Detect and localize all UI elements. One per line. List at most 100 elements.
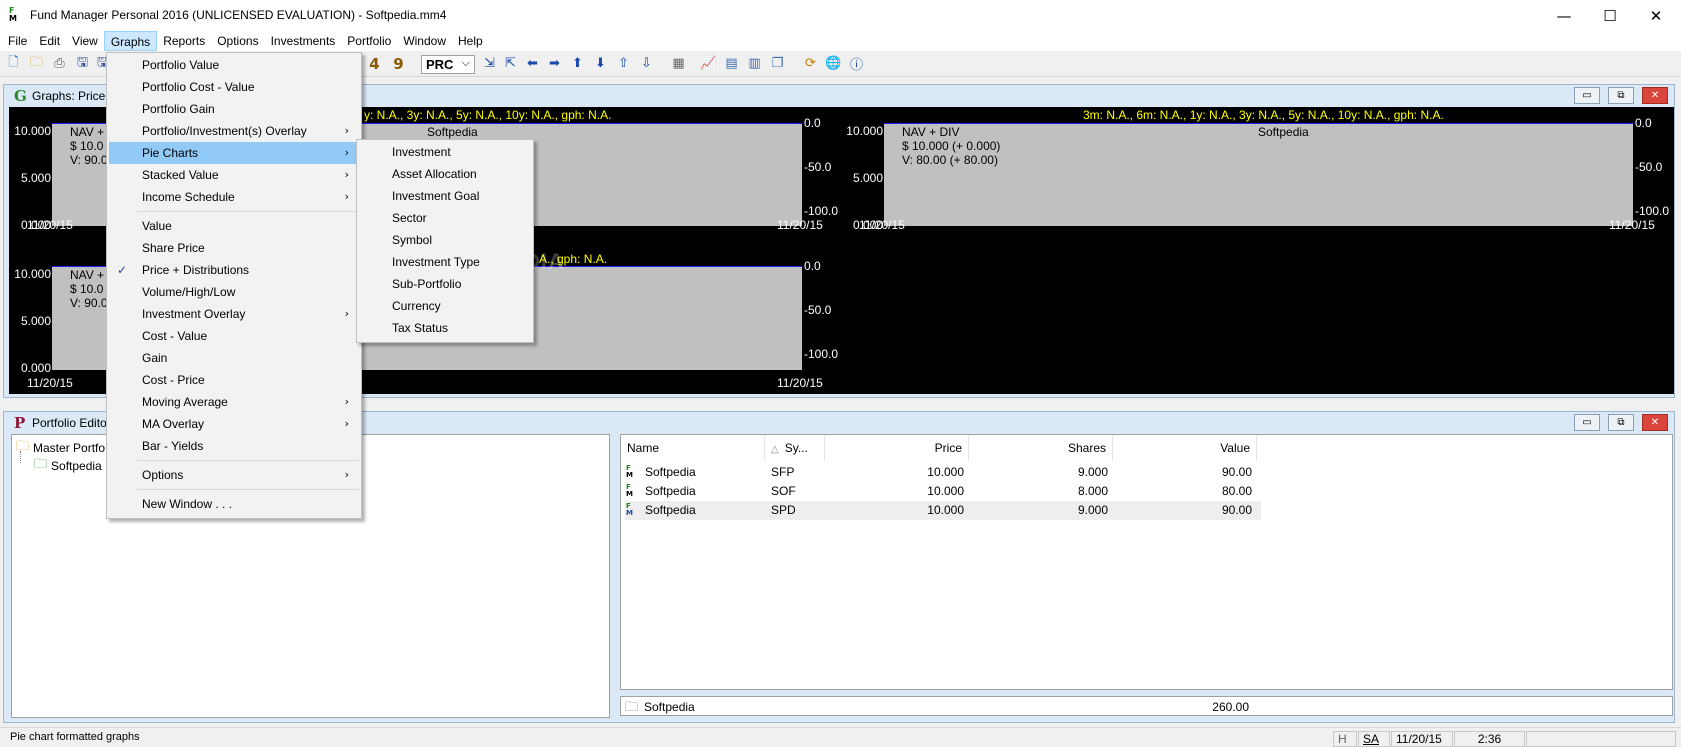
graphs-window-title: Graphs: Price -	[32, 89, 113, 103]
portfolio-minimize-button[interactable]: ▭	[1574, 414, 1600, 431]
table-row[interactable]: FM Softpedia SOF 10.000 8.000 80.00	[625, 482, 1681, 501]
menu-item-pie-charts[interactable]: Pie Charts ›	[109, 142, 359, 164]
windows-icon[interactable]: ❐	[769, 55, 786, 72]
menu-separator	[137, 460, 359, 461]
menu-investments[interactable]: Investments	[265, 31, 342, 51]
menu-item-cost-price[interactable]: Cost - Price	[109, 369, 359, 391]
total-value: 260.00	[1212, 700, 1249, 714]
menu-item-cost-value[interactable]: Cost - Value	[109, 325, 359, 347]
table-row[interactable]: FM Softpedia SFP 10.000 9.000 90.00	[625, 463, 1681, 482]
menu-item-income-schedule[interactable]: Income Schedule ›	[109, 186, 359, 208]
app-icon[interactable]: FM	[9, 7, 25, 24]
menu-item-label: Stacked Value	[142, 168, 219, 182]
digit-4-button[interactable]: 4	[366, 55, 383, 73]
menu-item-portfolio-overlay[interactable]: Portfolio/Investment(s) Overlay ›	[109, 120, 359, 142]
plot-label: $ 10.000 (+ 0.000)	[902, 139, 1001, 153]
menu-item-label: Share Price	[142, 241, 205, 255]
new-file-icon[interactable]: 🗋	[5, 55, 22, 72]
expand-dates-icon[interactable]: ⇲	[481, 55, 498, 72]
submenu-item-currency[interactable]: Currency	[359, 295, 531, 317]
menu-item-label: Pie Charts	[142, 146, 199, 160]
submenu-item-sector[interactable]: Sector	[359, 207, 531, 229]
menu-item-label: Price + Distributions	[142, 263, 250, 277]
portfolio-folder-icon: 🗀	[625, 699, 639, 714]
menu-item-bar-yields[interactable]: Bar - Yields	[109, 435, 359, 457]
column-header-shares[interactable]: Shares	[969, 435, 1113, 461]
submenu-item-sub-portfolio[interactable]: Sub-Portfolio	[359, 273, 531, 295]
print-icon[interactable]: ⎙	[51, 55, 68, 72]
portfolio-restore-button[interactable]: ⧉	[1608, 414, 1634, 431]
arrow-down-icon[interactable]: ⬇	[592, 55, 609, 72]
pie-charts-submenu: Investment Asset Allocation Investment G…	[356, 139, 534, 343]
column-header-value[interactable]: Value	[1113, 435, 1257, 461]
submenu-item-investment[interactable]: Investment	[359, 141, 531, 163]
menu-options[interactable]: Options	[211, 31, 264, 51]
graphs-restore-button[interactable]: ⧉	[1608, 87, 1634, 104]
graphs-minimize-button[interactable]: ▭	[1574, 87, 1600, 104]
arrow-up-icon[interactable]: ⬆	[569, 55, 586, 72]
submenu-item-investment-type[interactable]: Investment Type	[359, 251, 531, 273]
menu-item-portfolio-value[interactable]: Portfolio Value	[109, 54, 359, 76]
menu-reports[interactable]: Reports	[157, 31, 211, 51]
menu-window[interactable]: Window	[397, 31, 452, 51]
grid-icon[interactable]: ▤	[723, 55, 740, 72]
arrow-left-icon[interactable]: ⬅	[524, 55, 541, 72]
menu-item-new-window[interactable]: New Window . . .	[109, 493, 359, 515]
menu-view[interactable]: View	[66, 31, 104, 51]
submenu-item-investment-goal[interactable]: Investment Goal	[359, 185, 531, 207]
menu-item-options[interactable]: Options ›	[109, 464, 359, 486]
column-header-symbol[interactable]: △ Sy...	[765, 435, 825, 461]
portfolio-close-button[interactable]: ✕	[1642, 414, 1668, 431]
menu-item-price-distributions[interactable]: ✓ Price + Distributions	[109, 259, 359, 281]
menu-item-label: Investment Overlay	[142, 307, 246, 321]
investment-list[interactable]: Name △ Sy... Price Shares Value FM Softpe…	[620, 434, 1673, 690]
help-icon[interactable]: ⓘ	[848, 55, 865, 73]
menu-edit[interactable]: Edit	[33, 31, 66, 51]
status-sa[interactable]: SA	[1358, 731, 1390, 747]
graphs-close-button[interactable]: ✕	[1642, 87, 1668, 104]
menu-file[interactable]: File	[2, 31, 33, 51]
table-icon[interactable]: ▥	[746, 55, 763, 72]
menu-portfolio[interactable]: Portfolio	[341, 31, 397, 51]
menu-item-investment-overlay[interactable]: Investment Overlay ›	[109, 303, 359, 325]
chevron-right-icon: ›	[344, 468, 349, 481]
x-date-label: 11/20/15	[27, 218, 73, 232]
menu-item-label: Cost - Value	[142, 329, 208, 343]
y-tick: 10.000	[14, 124, 51, 138]
y-tick-right: -50.0	[804, 303, 832, 317]
update-icon[interactable]: ⟳	[802, 55, 819, 72]
submenu-item-asset-allocation[interactable]: Asset Allocation	[359, 163, 531, 185]
scroll-down-icon[interactable]: ⇩	[638, 55, 655, 72]
menu-item-moving-average[interactable]: Moving Average ›	[109, 391, 359, 413]
digit-9-button[interactable]: 9	[390, 55, 407, 73]
submenu-item-tax-status[interactable]: Tax Status	[359, 317, 531, 339]
close-icon[interactable]: ✕	[1633, 0, 1679, 31]
menu-item-ma-overlay[interactable]: MA Overlay ›	[109, 413, 359, 435]
menu-item-share-price[interactable]: Share Price	[109, 237, 359, 259]
menu-item-volume-high-low[interactable]: Volume/High/Low	[109, 281, 359, 303]
collapse-dates-icon[interactable]: ⇱	[502, 55, 519, 72]
chart-icon[interactable]: 📈	[700, 55, 717, 72]
tree-item-softpedia[interactable]: 🗀 Softpedia	[34, 455, 102, 477]
menu-graphs[interactable]: Graphs	[103, 31, 158, 51]
scroll-up-icon[interactable]: ⇧	[615, 55, 632, 72]
calculator-icon[interactable]: ▦	[670, 55, 687, 72]
internet-icon[interactable]: 🌐	[825, 55, 842, 72]
column-header-name[interactable]: Name	[621, 435, 765, 461]
open-folder-icon[interactable]: 🗀	[28, 55, 45, 72]
menu-item-gain[interactable]: Gain	[109, 347, 359, 369]
table-row[interactable]: FM Softpedia SPD 10.000 9.000 90.00	[625, 501, 1261, 520]
save-icon[interactable]: 🖫	[74, 55, 91, 72]
column-header-price[interactable]: Price	[825, 435, 969, 461]
price-type-select[interactable]: PRC ⌵	[421, 55, 475, 74]
menu-item-portfolio-gain[interactable]: Portfolio Gain	[109, 98, 359, 120]
menu-item-stacked-value[interactable]: Stacked Value ›	[109, 164, 359, 186]
submenu-item-symbol[interactable]: Symbol	[359, 229, 531, 251]
maximize-icon[interactable]: ☐	[1587, 0, 1633, 31]
menu-help[interactable]: Help	[452, 31, 489, 51]
arrow-right-icon[interactable]: ➡	[546, 55, 563, 72]
price-plot-right[interactable]: NAV + DIV $ 10.000 (+ 0.000) V: 80.00 (+…	[884, 123, 1633, 226]
menu-item-portfolio-cost-value[interactable]: Portfolio Cost - Value	[109, 76, 359, 98]
menu-item-value[interactable]: Value	[109, 215, 359, 237]
minimize-icon[interactable]: —	[1541, 0, 1587, 31]
